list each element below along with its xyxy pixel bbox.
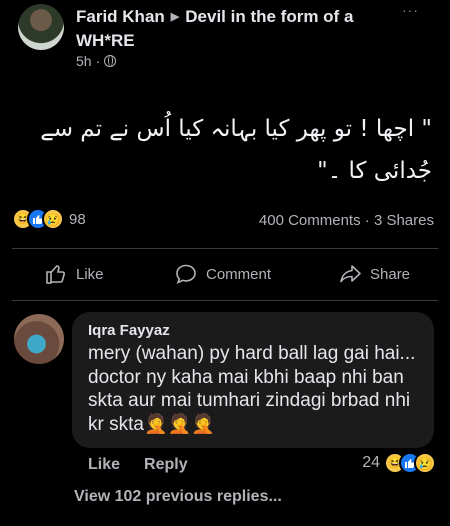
comment-like-button[interactable]: Like [88,456,120,474]
post-time[interactable]: 5h [76,53,92,69]
post-action-bar: Like Comment Share [0,262,450,292]
arrow-right-icon: ▶ [170,11,180,23]
divider [12,300,438,301]
commenter-avatar[interactable] [14,314,64,364]
post-text: " اچھا ! تو پھر کیا بہانہ کیا اُس نے تم … [40,116,432,184]
commenter-name[interactable]: Iqra Fayyaz [88,322,170,339]
comment-button[interactable]: Comment [174,262,271,286]
post-header: Farid Khan ▶ Devil in the form of a WH*RE [76,6,396,52]
meta-separator: · [95,53,101,69]
comment-reply-button[interactable]: Reply [144,456,188,474]
sad-reaction-icon: 😢 [42,208,64,230]
author-name[interactable]: Farid Khan [76,7,165,26]
stats-separator: · [364,212,370,229]
comment-actions: Like Reply [88,456,188,474]
comment-reactions[interactable]: 24 😆 😢 [362,452,436,474]
author-avatar[interactable] [18,4,64,50]
shares-count[interactable]: 3 Shares [374,212,434,229]
share-icon [340,265,361,283]
comment-icon [176,264,196,284]
post-meta: 5h · [76,53,117,69]
like-button[interactable]: Like [44,262,104,286]
comment-reaction-count: 24 [362,454,380,471]
more-options-icon[interactable]: ··· [402,2,419,18]
divider [12,248,438,249]
post-reactions[interactable]: 😆 😢 98 [12,208,86,230]
comments-count[interactable]: 400 Comments [259,212,361,229]
thumbs-up-icon [46,265,66,284]
sad-reaction-icon: 😢 [414,452,436,474]
comment-text: mery (wahan) py hard ball lag gai hai...… [88,343,416,435]
reaction-count[interactable]: 98 [69,211,86,228]
post-stats: 400 Comments · 3 Shares [259,212,434,229]
view-previous-replies[interactable]: View 102 previous replies... [74,488,282,506]
globe-icon [104,55,117,67]
comment-label: Comment [206,265,272,283]
share-label: Share [370,265,411,283]
share-button[interactable]: Share [338,262,410,286]
like-label: Like [76,265,104,283]
